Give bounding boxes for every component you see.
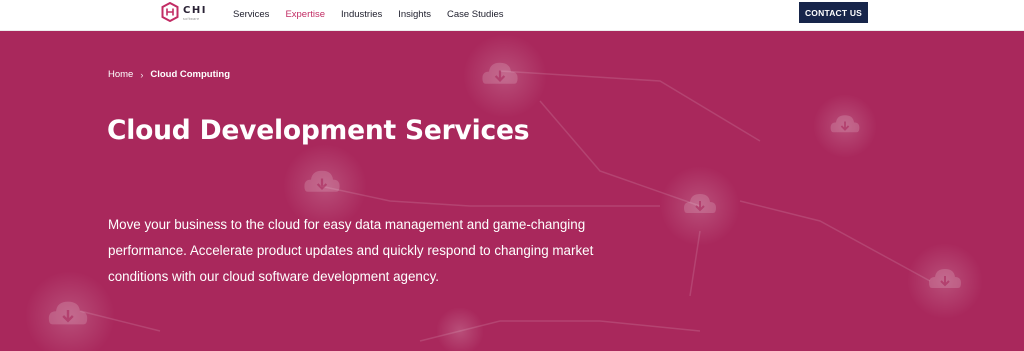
breadcrumb-separator-icon: › bbox=[140, 69, 144, 80]
nav-item-insights[interactable]: Insights bbox=[398, 9, 431, 20]
breadcrumb: Home › Cloud Computing bbox=[108, 69, 230, 80]
logo-text: CHI bbox=[183, 5, 207, 16]
nav-item-case-studies[interactable]: Case Studies bbox=[447, 9, 504, 20]
nav-item-industries[interactable]: Industries bbox=[341, 9, 382, 20]
main-menu: Services Expertise Industries Insights C… bbox=[233, 0, 520, 28]
contact-us-button[interactable]: CONTACT US bbox=[799, 2, 868, 23]
page-title: Cloud Development Services bbox=[107, 115, 530, 146]
nav-item-services[interactable]: Services bbox=[233, 9, 269, 20]
nav-item-expertise[interactable]: Expertise bbox=[285, 9, 325, 20]
breadcrumb-home-link[interactable]: Home bbox=[108, 69, 133, 80]
breadcrumb-current: Cloud Computing bbox=[150, 69, 231, 80]
chi-logo-mark-icon bbox=[161, 2, 179, 22]
top-navbar: CHI software Services Expertise Industri… bbox=[0, 0, 1024, 31]
hero-description: Move your business to the cloud for easy… bbox=[108, 217, 594, 284]
chi-logo[interactable]: CHI software bbox=[161, 2, 221, 28]
logo-subtext: software bbox=[183, 17, 200, 21]
hero-section: Home › Cloud Computing Cloud Development… bbox=[0, 31, 1024, 351]
